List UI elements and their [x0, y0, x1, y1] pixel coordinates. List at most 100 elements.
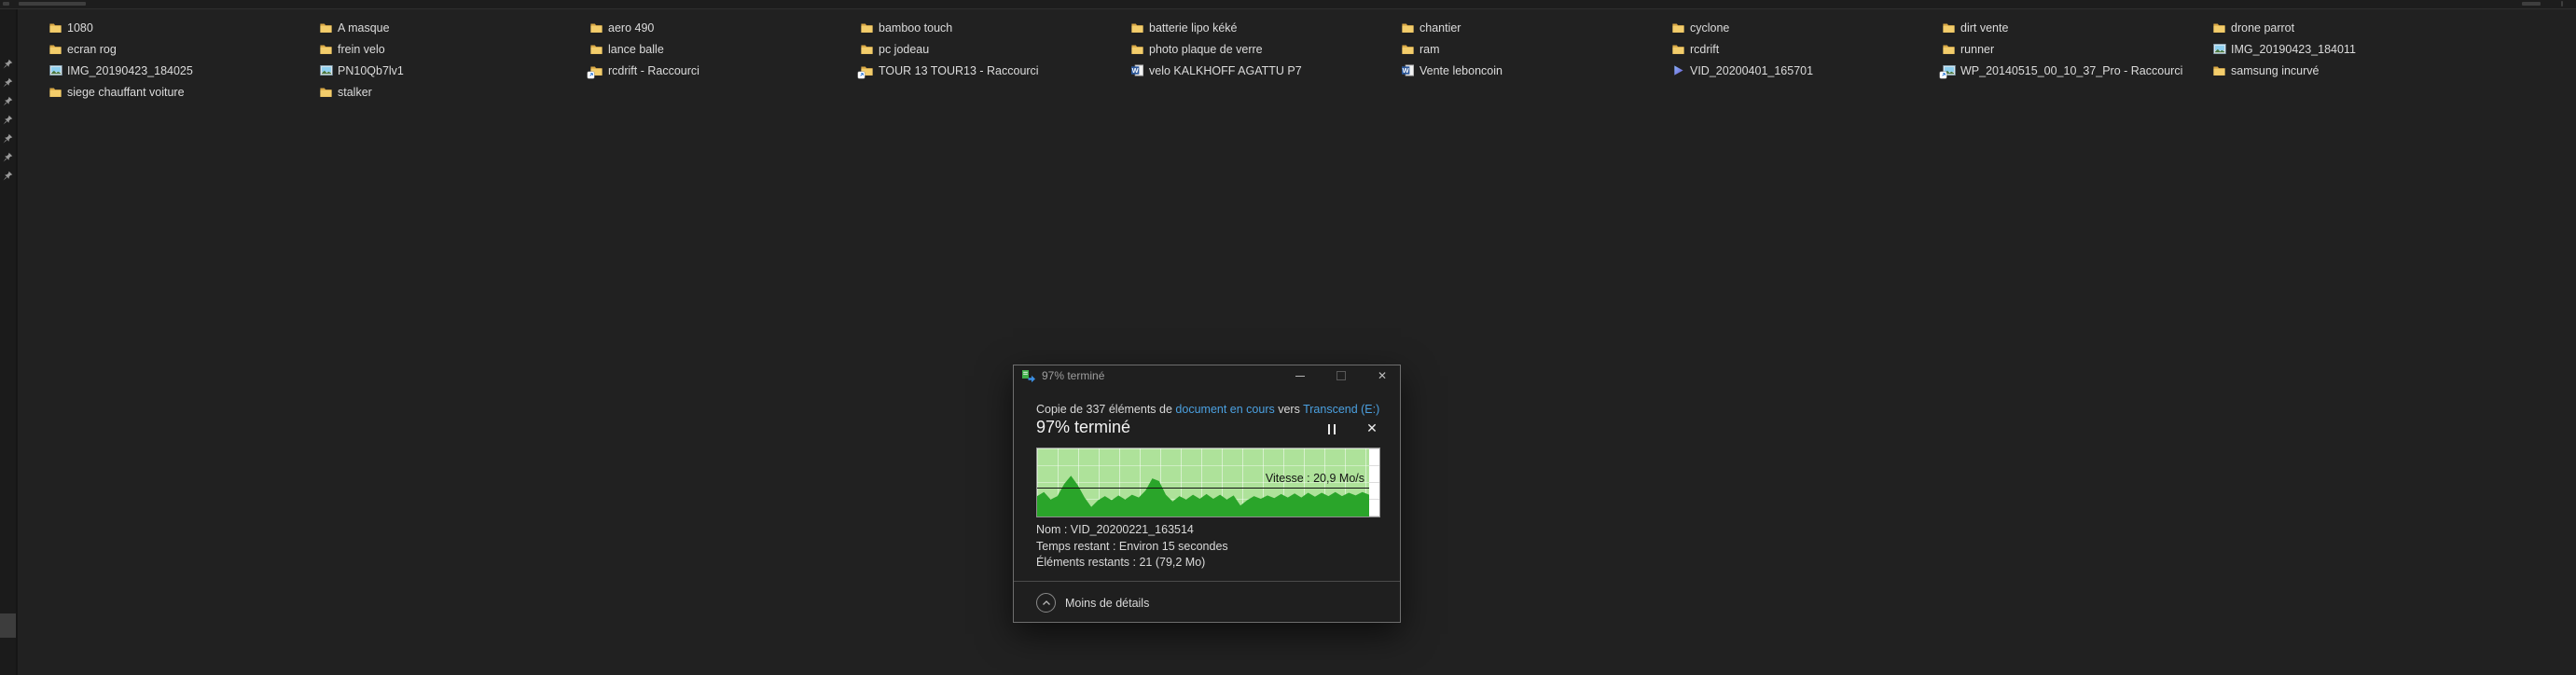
file-item[interactable]: WP_20140515_00_10_37_Pro - Raccourci	[1940, 60, 2182, 81]
shortcut-arrow-icon	[1940, 71, 1946, 78]
minimize-button[interactable]	[1284, 365, 1316, 386]
copy-description-prefix: Copie de 337 éléments de	[1036, 403, 1176, 416]
pause-button[interactable]	[1322, 421, 1342, 436]
folder-icon	[588, 64, 603, 78]
file-item[interactable]: cyclone	[1671, 17, 1729, 38]
pause-icon	[1328, 423, 1330, 434]
folder-icon	[860, 43, 874, 56]
file-item[interactable]: frein velo	[319, 38, 385, 60]
less-details-label: Moins de détails	[1065, 596, 1150, 610]
image-icon	[2212, 43, 2226, 56]
folder-icon	[858, 64, 874, 78]
folder-icon	[319, 43, 333, 56]
pin-icon[interactable]	[3, 169, 13, 181]
file-item[interactable]: runner	[1942, 38, 1994, 60]
file-label: rcdrift	[1690, 42, 1720, 56]
pin-icon[interactable]	[3, 76, 13, 88]
folder-icon	[589, 43, 603, 56]
cancel-icon: ✕	[1366, 420, 1378, 435]
file-item[interactable]: samsung incurvé	[2212, 60, 2320, 81]
file-label: runner	[1960, 42, 1995, 56]
file-item[interactable]: ecran rog	[48, 38, 117, 60]
transfer-details: Nom : VID_20200221_163514 Temps restant :…	[1036, 522, 1228, 572]
pin-icon[interactable]	[3, 94, 13, 106]
folder-icon	[2212, 64, 2226, 77]
file-label: velo KALKHOFF AGATTU P7	[1149, 63, 1302, 77]
file-item[interactable]: W Vente leboncoin	[1401, 60, 1503, 81]
folder-icon	[1671, 43, 1685, 56]
nav-rail	[0, 9, 18, 675]
file-item[interactable]: A masque	[319, 17, 390, 38]
file-item[interactable]: ram	[1401, 38, 1440, 60]
folder-icon	[48, 43, 62, 56]
file-item[interactable]: stalker	[319, 81, 372, 103]
close-icon: ✕	[1377, 369, 1388, 382]
less-details-toggle[interactable]: Moins de détails	[1036, 593, 1149, 613]
cancel-copy-button[interactable]: ✕	[1363, 420, 1381, 436]
file-item[interactable]: chantier	[1401, 17, 1461, 38]
close-button[interactable]: ✕	[1366, 365, 1398, 386]
detail-line: Nom : VID_20200221_163514	[1036, 523, 1194, 536]
file-label: IMG_20190423_184025	[67, 63, 193, 77]
pin-icon[interactable]	[3, 113, 13, 125]
maximize-icon	[1336, 371, 1346, 380]
pin-icon[interactable]	[3, 150, 13, 162]
svg-text:W: W	[1132, 66, 1139, 75]
dialog-title: 97% terminé	[1042, 369, 1105, 382]
file-item[interactable]: Wvelo KALKHOFF AGATTU P7	[1130, 60, 1302, 81]
file-item[interactable]: dirt vente	[1942, 17, 2008, 38]
file-label: IMG_20190423_184011	[2231, 42, 2356, 56]
word-doc-icon: W	[1401, 64, 1415, 77]
folder-icon	[319, 86, 333, 99]
file-label: Vente leboncoin	[1420, 63, 1503, 77]
file-label: drone parrot	[2231, 21, 2295, 34]
file-label: bamboo touch	[879, 21, 953, 34]
file-item[interactable]: photo plaque de verre	[1130, 38, 1263, 60]
copy-dialog-icon	[1021, 369, 1036, 383]
dialog-separator	[1014, 581, 1400, 582]
toolbar-fragment-text	[19, 2, 86, 6]
folder-icon	[1942, 43, 1956, 56]
file-item[interactable]: rcdrift	[1671, 38, 1719, 60]
file-item[interactable]: IMG_20190423_184011	[2212, 38, 2356, 60]
scrollbar-thumb[interactable]	[0, 613, 16, 638]
pin-icon[interactable]	[3, 131, 13, 144]
file-item[interactable]: IMG_20190423_184025	[48, 60, 193, 81]
file-item[interactable]: pc jodeau	[860, 38, 929, 60]
progress-remaining-area	[1369, 448, 1379, 517]
file-item[interactable]: aero 490	[589, 17, 654, 38]
file-label: PN10Qb7lv1	[338, 63, 404, 77]
file-label: pc jodeau	[879, 42, 930, 56]
pin-icon[interactable]	[3, 57, 13, 69]
file-item[interactable]: lance balle	[589, 38, 664, 60]
file-item[interactable]: 1080	[48, 17, 93, 38]
minimize-icon	[1295, 375, 1305, 377]
folder-icon	[589, 21, 603, 34]
file-label: stalker	[338, 85, 372, 99]
file-label: dirt vente	[1960, 21, 2009, 34]
speed-average-line	[1037, 488, 1369, 489]
toolbar-fragment-divider	[2561, 1, 2563, 7]
file-item[interactable]: VID_20200401_165701	[1671, 60, 1813, 81]
file-item[interactable]: drone parrot	[2212, 17, 2294, 38]
file-label: siege chauffant voiture	[67, 85, 185, 99]
file-label: 1080	[67, 21, 93, 34]
file-label: rcdrift - Raccourci	[608, 63, 699, 77]
folder-icon	[860, 21, 874, 34]
file-item[interactable]: TOUR 13 TOUR13 - Raccourci	[858, 60, 1039, 81]
dialog-titlebar[interactable]: 97% terminé ✕	[1014, 365, 1400, 386]
copy-description: Copie de 337 éléments de document en cou…	[1036, 403, 1379, 416]
file-item[interactable]: PN10Qb7lv1	[319, 60, 404, 81]
destination-drive-link[interactable]: Transcend (E:)	[1303, 403, 1379, 416]
source-folder-link[interactable]: document en cours	[1175, 403, 1274, 416]
folder-icon	[1401, 21, 1415, 34]
file-item[interactable]: rcdrift - Raccourci	[588, 60, 699, 81]
folder-icon	[48, 86, 62, 99]
maximize-button[interactable]	[1325, 365, 1357, 386]
image-icon	[319, 64, 333, 77]
image-icon	[48, 64, 62, 77]
file-item[interactable]: batterie lipo kéké	[1130, 17, 1238, 38]
file-item[interactable]: siege chauffant voiture	[48, 81, 185, 103]
video-icon	[1671, 64, 1685, 77]
file-item[interactable]: bamboo touch	[860, 17, 952, 38]
